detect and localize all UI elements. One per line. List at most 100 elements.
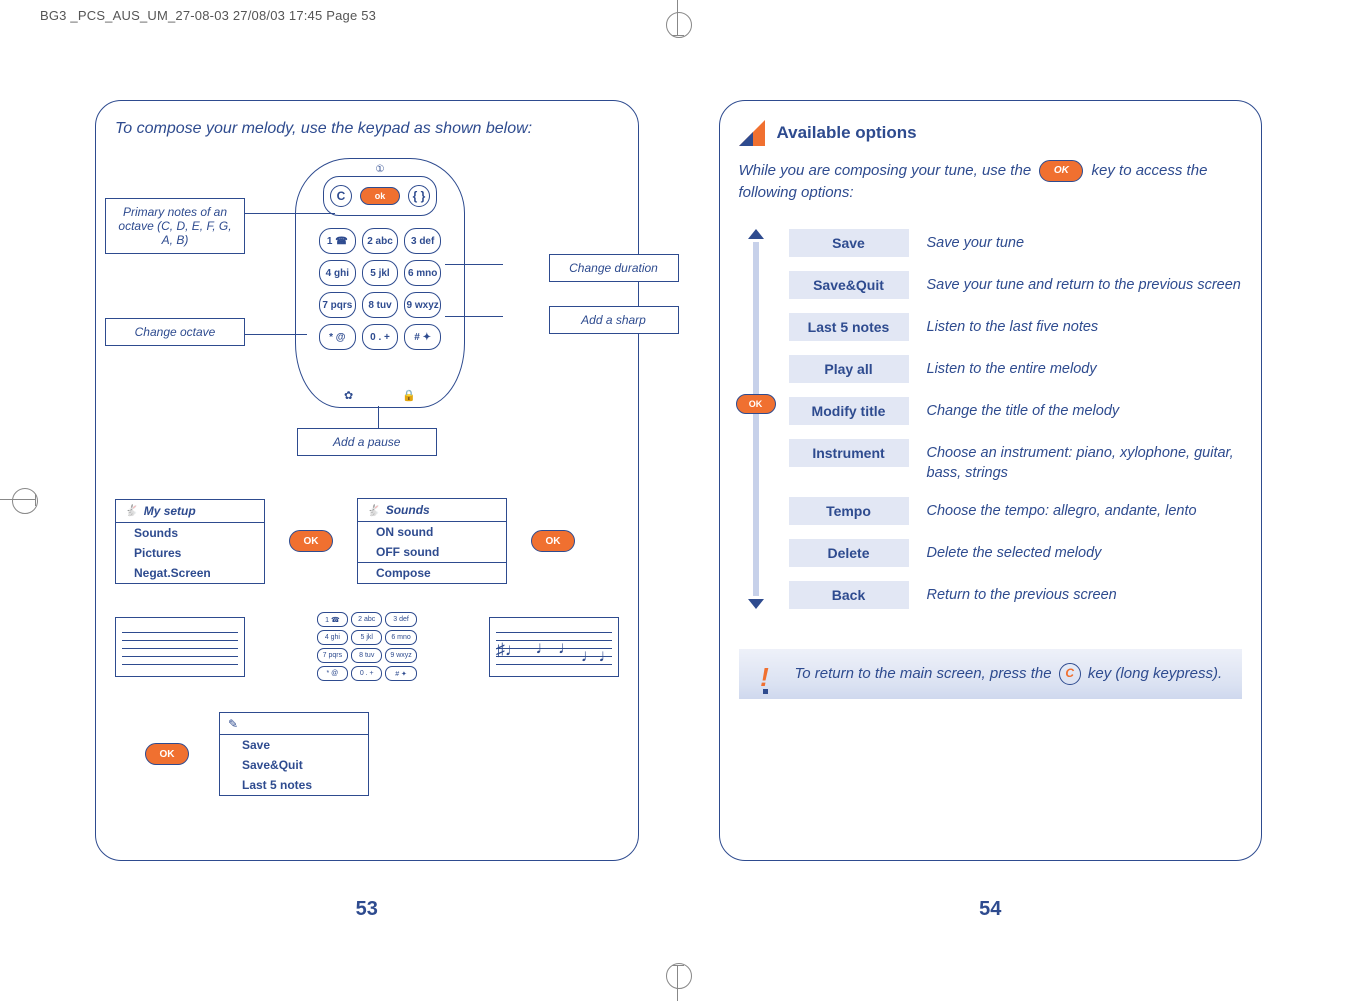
ok-key-icon: OK [736,394,776,414]
phone-illustration: ① C ok { } 1 ☎ 2 abc 3 def 4 ghi 5 jkl 6… [295,158,465,408]
page-number: 54 [699,898,1283,921]
option-label-last5: Last 5 notes [789,313,909,341]
mini-keypad: 1 ☎2 abc3 def 4 ghi5 jkl6 mno 7 pqrs8 tu… [317,612,417,682]
callout-change-duration: Change duration [549,254,679,282]
softkey-c: C [330,185,352,207]
callout-add-pause: Add a pause [297,428,437,456]
option-row: Tempo Choose the tempo: allegro, andante… [789,497,1243,525]
page-54: Available options While you are composin… [699,80,1283,951]
option-label-back: Back [789,581,909,609]
lead-text: To compose your melody, use the keypad a… [115,120,619,138]
rabbit-icon: 🐇 [124,504,138,517]
key-2: 2 abc [362,228,399,254]
ok-button: OK [145,743,189,765]
notes-icon: ♯♩ ♩ ♩ ♩♩ [490,618,618,677]
page-53: To compose your melody, use the keypad a… [75,80,659,951]
callout-primary-notes: Primary notes of an octave (C, D, E, F, … [105,198,245,254]
callout-change-octave: Change octave [105,318,245,346]
staff-row: 1 ☎2 abc3 def 4 ghi5 jkl6 mno 7 pqrs8 tu… [115,612,619,682]
option-desc: Return to the previous screen [927,581,1117,606]
key-8: 8 tuv [362,292,399,318]
menu-item: Sounds [116,523,264,543]
save-menu: ✎ Save Save&Quit Last 5 notes [219,712,369,796]
cropmark-top [672,0,684,36]
menu-item: OFF sound [358,542,506,562]
intro-paragraph: While you are composing your tune, use t… [739,160,1243,203]
key-4: 4 ghi [319,260,356,286]
option-row: Instrument Choose an instrument: piano, … [789,439,1243,483]
option-desc: Choose the tempo: allegro, andante, lent… [927,497,1197,522]
softkey-menu: { } [408,185,430,207]
menu-item: Compose [358,563,506,583]
pencil-icon: ✎ [228,717,238,731]
softkey-ok: ok [360,187,400,205]
arrow-down-icon [748,599,764,609]
staff-notes: ♯♩ ♩ ♩ ♩♩ [489,617,619,677]
cropmark-left [0,494,36,506]
svg-text:♯♩: ♯♩ [495,639,522,659]
option-label-modify: Modify title [789,397,909,425]
menu-item: Save [220,735,368,755]
leader-line [378,406,379,428]
save-flow: OK ✎ Save Save&Quit Last 5 notes [145,712,619,796]
power-icon: ① [376,164,385,175]
scroll-rail: OK [739,229,773,609]
option-desc: Change the title of the melody [927,397,1120,422]
key-star: * @ [319,324,356,350]
option-label-delete: Delete [789,539,909,567]
key-hash: # ✦ [404,324,441,350]
key-5: 5 jkl [362,260,399,286]
option-label-tempo: Tempo [789,497,909,525]
phone-bottom-icons: ✿ 🔒 [295,389,465,402]
arrow-up-icon [748,229,764,239]
option-label-save: Save [789,229,909,257]
lock-icon: 🔒 [402,389,416,402]
key-1: 1 ☎ [319,228,356,254]
key-9: 9 wxyz [404,292,441,318]
c-key-icon: C [1059,663,1081,685]
key-6: 6 mno [404,260,441,286]
menu-item: Pictures [116,543,264,563]
option-row: Save&Quit Save your tune and return to t… [789,271,1243,299]
option-row: Delete Delete the selected melody [789,539,1243,567]
key-7: 7 pqrs [319,292,356,318]
section-title: Available options [777,123,917,143]
menu-flow-1: 🐇 My setup Sounds Pictures Negat.Screen O… [115,498,619,584]
staff-empty [115,617,245,677]
svg-text:♩ ♩: ♩ ♩ [535,637,575,657]
svg-text:♩♩: ♩♩ [580,645,615,665]
menu-item: Save&Quit [220,755,368,775]
option-label-instrument: Instrument [789,439,909,467]
options-list: Save Save your tune Save&Quit Save your … [789,229,1243,609]
print-header: BG3 _PCS_AUS_UM_27-08-03 27/08/03 17:45 … [40,8,376,23]
flower-icon: ✿ [344,389,353,402]
ok-button: OK [289,530,333,552]
menu-my-setup: 🐇 My setup Sounds Pictures Negat.Screen [115,499,265,584]
option-desc: Save your tune [927,229,1025,254]
option-row: Back Return to the previous screen [789,581,1243,609]
menu-title: Sounds [386,503,430,517]
ok-key-icon: OK [1039,160,1083,182]
option-desc: Choose an instrument: piano, xylophone, … [927,439,1243,483]
phone-keypad: 1 ☎ 2 abc 3 def 4 ghi 5 jkl 6 mno 7 pqrs… [319,228,441,382]
menu-sounds: 🐇Sounds ON sound OFF sound Compose [357,498,507,584]
option-row: Last 5 notes Listen to the last five not… [789,313,1243,341]
softkey-row: C ok { } [323,176,437,216]
ok-button: OK [531,530,575,552]
section-header: Available options [739,120,1243,146]
cropmark-bottom [672,965,684,1001]
option-desc: Delete the selected melody [927,539,1102,564]
key-0: 0 . + [362,324,399,350]
option-desc: Listen to the last five notes [927,313,1099,338]
option-label-playall: Play all [789,355,909,383]
option-desc: Listen to the entire melody [927,355,1097,380]
option-row: Modify title Change the title of the mel… [789,397,1243,425]
option-row: Play all Listen to the entire melody [789,355,1243,383]
page-number: 53 [75,898,659,921]
tip-banner: ! To return to the main screen, press th… [739,649,1243,699]
menu-title: My setup [144,504,196,518]
options-block: OK Save Save your tune Save&Quit Save yo… [739,229,1243,609]
menu-item: Negat.Screen [116,563,264,583]
option-desc: Save your tune and return to the previou… [927,271,1241,296]
menu-item: ON sound [358,522,506,542]
